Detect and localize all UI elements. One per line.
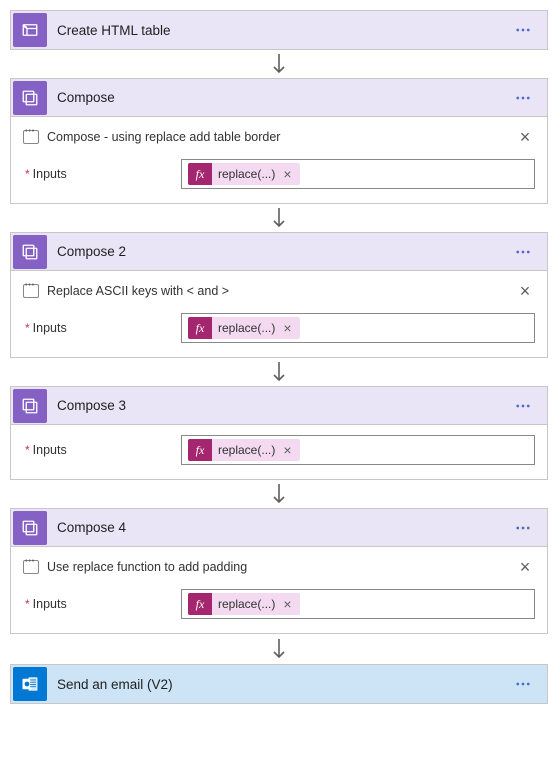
token-remove-icon[interactable]: × bbox=[281, 166, 299, 182]
table-icon bbox=[13, 13, 47, 47]
comment-row: Replace ASCII keys with < and >× bbox=[23, 281, 535, 301]
compose-icon bbox=[13, 81, 47, 115]
token-remove-icon[interactable]: × bbox=[281, 442, 299, 458]
step-body: Inputs fxreplace(...)× bbox=[11, 425, 547, 479]
flow-arrow-icon bbox=[272, 480, 286, 508]
more-menu-icon[interactable] bbox=[507, 668, 539, 700]
flow-step: Compose Compose - using replace add table… bbox=[10, 78, 548, 204]
inputs-field: Inputs fxreplace(...)× bbox=[23, 589, 535, 619]
flow-arrow-icon bbox=[272, 634, 286, 664]
expression-input[interactable]: fxreplace(...)× bbox=[181, 435, 535, 465]
compose-icon bbox=[13, 235, 47, 269]
inputs-label: Inputs bbox=[23, 321, 181, 335]
inputs-field: Inputs fxreplace(...)× bbox=[23, 435, 535, 465]
more-menu-icon[interactable] bbox=[507, 390, 539, 422]
flow-step: Compose 2 Replace ASCII keys with < and >… bbox=[10, 232, 548, 358]
expression-input[interactable]: fxreplace(...)× bbox=[181, 159, 535, 189]
expression-input[interactable]: fxreplace(...)× bbox=[181, 589, 535, 619]
comment-text: Use replace function to add padding bbox=[47, 560, 515, 574]
compose-icon bbox=[13, 511, 47, 545]
step-title: Create HTML table bbox=[57, 23, 507, 38]
token-remove-icon[interactable]: × bbox=[281, 596, 299, 612]
flow-step: Compose 3 Inputs fxreplace(...)× bbox=[10, 386, 548, 480]
step-title: Compose 2 bbox=[57, 244, 507, 259]
expression-token[interactable]: fxreplace(...)× bbox=[188, 163, 300, 185]
inputs-label: Inputs bbox=[23, 167, 181, 181]
step-body: Compose - using replace add table border… bbox=[11, 117, 547, 203]
more-menu-icon[interactable] bbox=[507, 236, 539, 268]
more-menu-icon[interactable] bbox=[507, 14, 539, 46]
step-header[interactable]: Compose 2 bbox=[11, 233, 547, 271]
fx-icon: fx bbox=[188, 593, 212, 615]
flow-arrow-icon bbox=[272, 204, 286, 232]
inputs-label: Inputs bbox=[23, 443, 181, 457]
flow-step: Send an email (V2) bbox=[10, 664, 548, 704]
step-title: Compose bbox=[57, 90, 507, 105]
comment-text: Replace ASCII keys with < and > bbox=[47, 284, 515, 298]
comment-icon bbox=[23, 560, 39, 574]
close-icon[interactable]: × bbox=[515, 281, 535, 301]
step-header[interactable]: Compose bbox=[11, 79, 547, 117]
step-title: Compose 4 bbox=[57, 520, 507, 535]
step-header[interactable]: Send an email (V2) bbox=[11, 665, 547, 703]
fx-icon: fx bbox=[188, 163, 212, 185]
inputs-label: Inputs bbox=[23, 597, 181, 611]
step-header[interactable]: Create HTML table bbox=[11, 11, 547, 49]
step-header[interactable]: Compose 3 bbox=[11, 387, 547, 425]
inputs-field: Inputs fxreplace(...)× bbox=[23, 159, 535, 189]
step-body: Replace ASCII keys with < and >×Inputsfx… bbox=[11, 271, 547, 357]
step-header[interactable]: Compose 4 bbox=[11, 509, 547, 547]
close-icon[interactable]: × bbox=[515, 127, 535, 147]
token-label: replace(...) bbox=[212, 321, 281, 335]
token-label: replace(...) bbox=[212, 167, 281, 181]
comment-row: Use replace function to add padding× bbox=[23, 557, 535, 577]
compose-icon bbox=[13, 389, 47, 423]
token-remove-icon[interactable]: × bbox=[281, 320, 299, 336]
close-icon[interactable]: × bbox=[515, 557, 535, 577]
step-body: Use replace function to add padding×Inpu… bbox=[11, 547, 547, 633]
expression-token[interactable]: fxreplace(...)× bbox=[188, 593, 300, 615]
token-label: replace(...) bbox=[212, 597, 281, 611]
token-label: replace(...) bbox=[212, 443, 281, 457]
comment-row: Compose - using replace add table border… bbox=[23, 127, 535, 147]
expression-input[interactable]: fxreplace(...)× bbox=[181, 313, 535, 343]
expression-token[interactable]: fxreplace(...)× bbox=[188, 439, 300, 461]
comment-text: Compose - using replace add table border bbox=[47, 130, 515, 144]
fx-icon: fx bbox=[188, 317, 212, 339]
comment-icon bbox=[23, 284, 39, 298]
flow-step: Create HTML table bbox=[10, 10, 548, 50]
more-menu-icon[interactable] bbox=[507, 82, 539, 114]
outlook-icon bbox=[13, 667, 47, 701]
flow-arrow-icon bbox=[272, 358, 286, 386]
flow-step: Compose 4 Use replace function to add pad… bbox=[10, 508, 548, 634]
inputs-field: Inputs fxreplace(...)× bbox=[23, 313, 535, 343]
more-menu-icon[interactable] bbox=[507, 512, 539, 544]
fx-icon: fx bbox=[188, 439, 212, 461]
comment-icon bbox=[23, 130, 39, 144]
step-title: Compose 3 bbox=[57, 398, 507, 413]
flow-arrow-icon bbox=[272, 50, 286, 78]
expression-token[interactable]: fxreplace(...)× bbox=[188, 317, 300, 339]
step-title: Send an email (V2) bbox=[57, 677, 507, 692]
